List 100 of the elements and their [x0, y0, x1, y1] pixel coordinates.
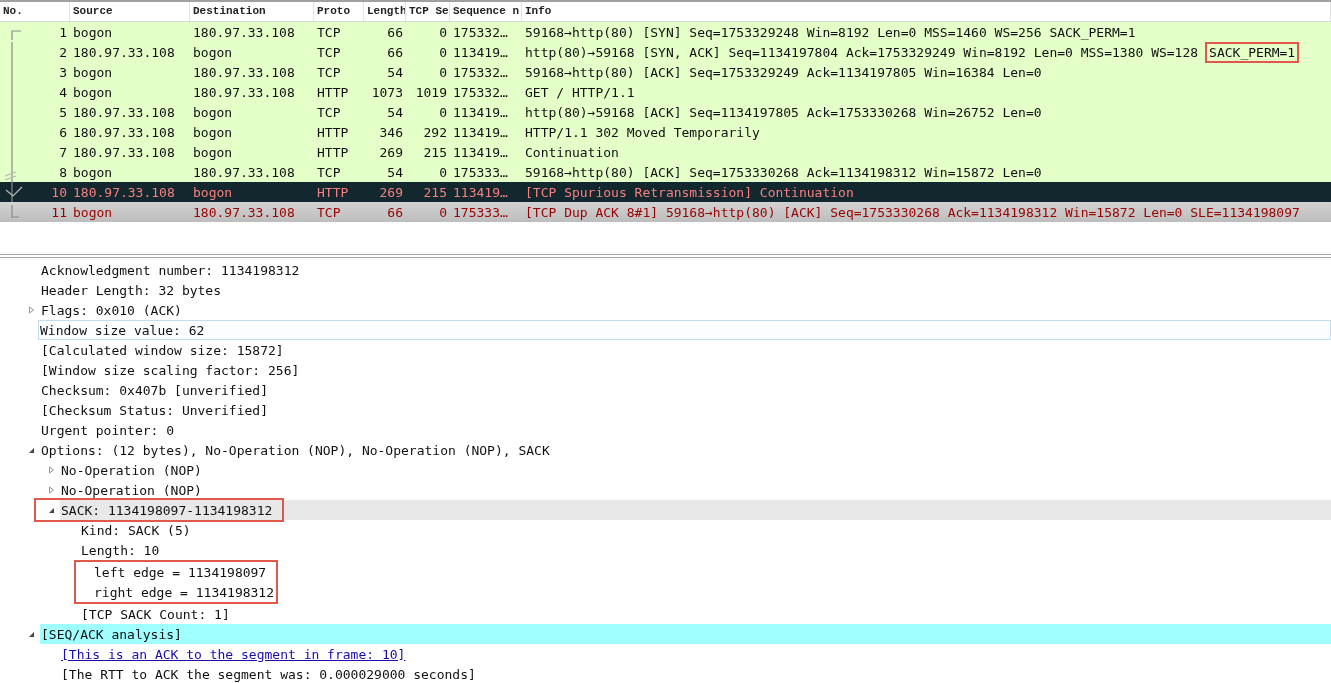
tree-item[interactable]: Acknowledgment number: 1134198312 [41, 262, 300, 278]
table-cell-text: 1019 [414, 84, 448, 100]
table-cell-text: HTTP [316, 84, 350, 100]
packet-row[interactable]: 10 180.97.33.108 bogon HTTP 269 215 113419… [TCP Spurious Retransmission] Continuation [0, 182, 1331, 202]
table-cell-text: TCP [316, 44, 342, 60]
tree-item[interactable]: [The RTT to ACK the segment was: 0.000029000 seconds] [61, 666, 476, 682]
table-cell-text: 54 [386, 64, 404, 80]
highlighted-row[interactable]: Window size value: 62 [38, 320, 1331, 340]
table-cell-text: 180.97.33.108 [192, 204, 296, 220]
table-cell-text: HTTP/1.1 302 Moved Temporarily [524, 124, 761, 140]
table-cell-text: TCP [316, 204, 342, 220]
table-cell-text: 5 [58, 104, 68, 120]
table-cell-text: 0 [438, 44, 448, 60]
expanded-triangle-icon[interactable] [28, 446, 35, 454]
table-cell-text: 175332… [452, 64, 509, 80]
table-cell-text: 180.97.33.108 [192, 64, 296, 80]
table-cell-text: 113419… [452, 124, 509, 140]
tree-item[interactable]: [Window size scaling factor: 256] [41, 362, 300, 378]
tree-item[interactable]: left edge = 1134198097 [94, 564, 267, 580]
table-cell-text: http(80)→59168 [SYN, ACK] Seq=1134197804 Ack=1753329249 Win=8192 Len=0 MSS=1380 WS=128 [524, 44, 1200, 60]
tree-item[interactable]: SACK: 1134198097-1134198312 [61, 502, 273, 518]
collapsed-triangle-icon[interactable] [48, 466, 55, 474]
expanded-triangle-icon[interactable] [48, 506, 55, 514]
table-cell-text: bogon [72, 164, 114, 180]
table-cell-text: [TCP Spurious Retransmission] Continuation [524, 184, 855, 200]
tree-item[interactable]: [SEQ/ACK analysis] [41, 626, 182, 642]
tree-item[interactable]: Flags: 0x010 (ACK) [41, 302, 182, 318]
table-cell-text: bogon [192, 44, 234, 60]
table-cell-text: 7 [58, 144, 68, 160]
tree-item[interactable]: [Checksum Status: Unverified] [41, 402, 268, 418]
table-cell-text: TCP [316, 164, 342, 180]
table-cell-text: 1 [58, 24, 68, 40]
tree-item[interactable]: Window size value: 62 [40, 322, 205, 338]
table-cell-text: 0 [438, 64, 448, 80]
packet-row[interactable]: 1 bogon 180.97.33.108 TCP 66 0 175332… 59168→http(80) [SYN] Seq=1753329248 Win=8192 Len=0 MSS=1460 WS=256 SACK_PERM=1 [0, 22, 1331, 42]
tree-item[interactable]: No-Operation (NOP) [61, 482, 202, 498]
tree-item[interactable]: Length: 10 [81, 542, 160, 558]
table-cell-text: bogon [192, 104, 234, 120]
tree-item[interactable]: Urgent pointer: 0 [41, 422, 175, 438]
table-cell-text: 269 [378, 184, 404, 200]
table-cell-text: 59168→http(80) [ACK] Seq=1753330268 Ack=1134198312 Win=15872 Len=0 [524, 164, 1043, 180]
table-cell-text: 66 [386, 204, 404, 220]
table-cell-text: 0 [438, 24, 448, 40]
table-cell-text: 175332… [452, 84, 509, 100]
column-header[interactable]: Source [70, 2, 190, 21]
table-cell-text: bogon [72, 64, 114, 80]
table-cell-text: http(80)→59168 [ACK] Seq=1134197805 Ack=1753330268 Win=26752 Len=0 [524, 104, 1043, 120]
collapsed-triangle-icon[interactable] [28, 306, 35, 314]
table-cell-text: 4 [58, 84, 68, 100]
tree-item[interactable]: Options: (12 bytes), No-Operation (NOP), No-Operation (NOP), SACK [41, 442, 550, 458]
tree-item[interactable]: [Calculated window size: 15872] [41, 342, 284, 358]
tree-item[interactable]: Kind: SACK (5) [81, 522, 191, 538]
column-header[interactable]: No. [0, 2, 70, 21]
table-cell-text: 113419… [452, 44, 509, 60]
table-cell-text: 2 [58, 44, 68, 60]
column-header[interactable]: TCP Se [406, 2, 450, 21]
tree-item[interactable]: Checksum: 0x407b [unverified] [41, 382, 268, 398]
table-cell-text: HTTP [316, 124, 350, 140]
table-cell-text: bogon [192, 144, 234, 160]
frame-link[interactable]: [This is an ACK to the segment in frame: 10] [61, 646, 406, 662]
table-cell-text: 175332… [452, 24, 509, 40]
table-cell-text: 59168→http(80) [ACK] Seq=1753329249 Ack=1134197805 Win=16384 Len=0 [524, 64, 1043, 80]
table-cell-text: 59168→http(80) [SYN] Seq=1753329248 Win=8192 Len=0 MSS=1460 WS=256 SACK_PERM=1 [524, 24, 1137, 40]
table-cell-text: TCP [316, 24, 342, 40]
table-cell-text: TCP [316, 64, 342, 80]
table-cell-text: GET / HTTP/1.1 [524, 84, 636, 100]
table-cell-text: 1073 [370, 84, 404, 100]
table-cell-text: bogon [192, 184, 234, 200]
table-cell-text: 180.97.33.108 [72, 184, 176, 200]
table-cell-text: 175333… [452, 164, 509, 180]
table-cell-text: 292 [422, 124, 448, 140]
table-cell-text: HTTP [316, 184, 350, 200]
table-cell-text: 11 [50, 204, 68, 220]
column-header[interactable]: Destination [190, 2, 314, 21]
packet-row[interactable]: 11 bogon 180.97.33.108 TCP 66 0 175333… [TCP Dup ACK 8#1] 59168→http(80) [ACK] Seq=1753330268 Ack=1134198312 Win=15872 Len=0 SLE=1134198097 [0, 202, 1331, 222]
related-packet-icon [11, 204, 19, 218]
collapsed-triangle-icon[interactable] [48, 486, 55, 494]
table-cell-text: 6 [58, 124, 68, 140]
tree-item[interactable]: [TCP SACK Count: 1] [81, 606, 230, 622]
packet-row[interactable]: 8 bogon 180.97.33.108 TCP 54 0 175333… 59168→http(80) [ACK] Seq=1753330268 Ack=1134198312 Win=15872 Len=0 [0, 162, 1331, 182]
table-cell-text: 215 [422, 184, 448, 200]
table-cell-text: 180.97.33.108 [72, 124, 176, 140]
table-cell-text: 215 [422, 144, 448, 160]
tree-item[interactable]: Header Length: 32 bytes [41, 282, 221, 298]
table-cell-text: 0 [438, 164, 448, 180]
table-cell-text: 113419… [452, 184, 509, 200]
column-header[interactable]: Sequence n [450, 2, 522, 21]
column-header[interactable]: Info [522, 2, 1331, 21]
table-cell-text: 0 [438, 204, 448, 220]
expanded-triangle-icon[interactable] [28, 630, 35, 638]
table-cell-text: 113419… [452, 144, 509, 160]
table-cell-text: [TCP Dup ACK 8#1] 59168→http(80) [ACK] Seq=1753330268 Ack=1134198312 Win=15872 Len=0 SLE=1134198097 [524, 204, 1301, 220]
tree-item[interactable]: No-Operation (NOP) [61, 462, 202, 478]
column-header[interactable]: Proto [314, 2, 364, 21]
table-cell-text: 180.97.33.108 [192, 24, 296, 40]
table-cell-text: bogon [72, 204, 114, 220]
table-cell-text: HTTP [316, 144, 350, 160]
annotated-text: SACK_PERM=1 [1205, 41, 1300, 63]
tree-item[interactable]: right edge = 1134198312 [94, 584, 274, 600]
table-cell-text: 8 [58, 164, 68, 180]
